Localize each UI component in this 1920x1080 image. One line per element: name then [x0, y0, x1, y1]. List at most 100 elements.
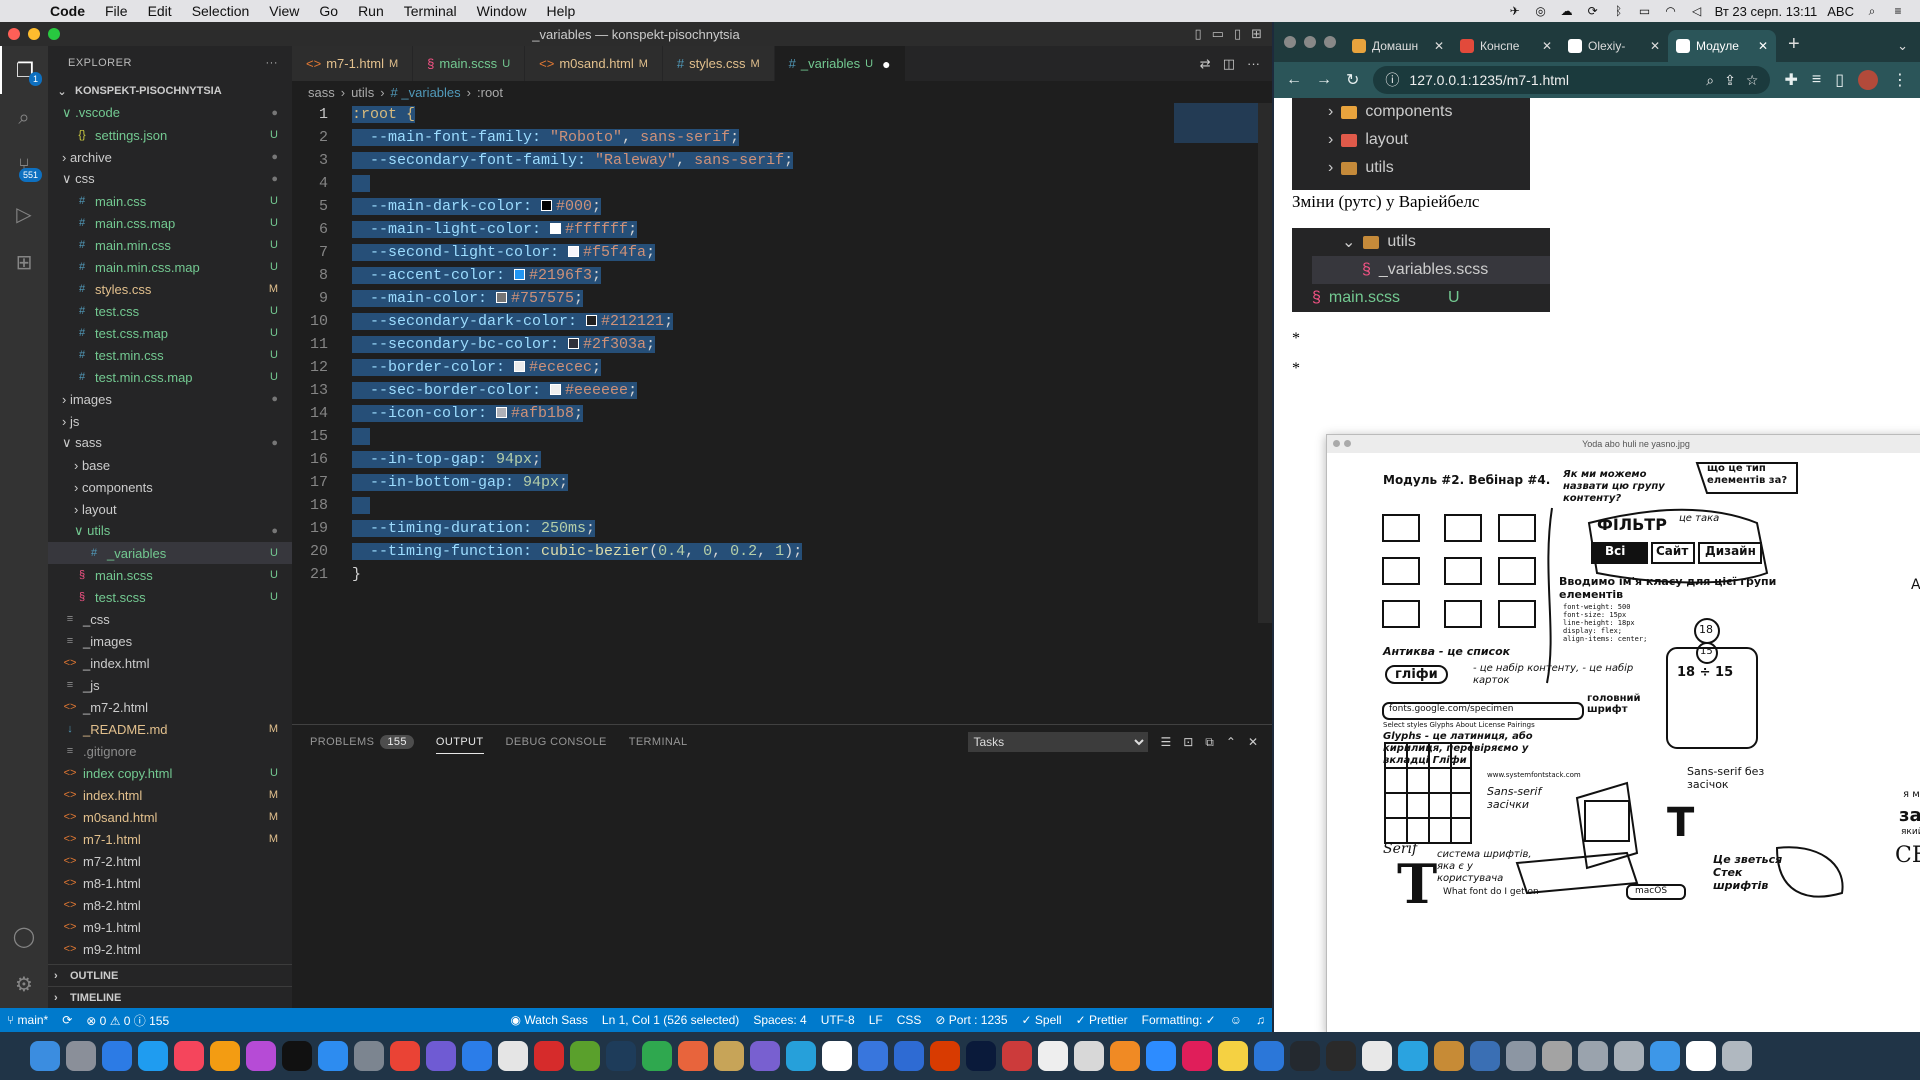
- prettier-status[interactable]: ✓ Prettier: [1069, 1013, 1135, 1027]
- dock-app-icon[interactable]: [282, 1041, 312, 1071]
- side-panel-icon[interactable]: ▯: [1835, 70, 1844, 90]
- close-window-button[interactable]: [1333, 440, 1340, 447]
- bluetooth-status-icon[interactable]: ᛒ: [1611, 4, 1627, 18]
- menu-help[interactable]: Help: [536, 3, 585, 19]
- dock-app-icon[interactable]: [1722, 1041, 1752, 1071]
- dock-app-icon[interactable]: [858, 1041, 888, 1071]
- file-tree-item[interactable]: ∨ sass ●: [48, 432, 292, 454]
- dock-app-icon[interactable]: [1686, 1041, 1716, 1071]
- file-tree-item[interactable]: ∨ css ●: [48, 168, 292, 190]
- search-icon[interactable]: ⌕: [0, 94, 48, 142]
- editor-scrollbar[interactable]: [1258, 103, 1272, 623]
- tab-output[interactable]: OUTPUT: [435, 736, 484, 754]
- color-swatch[interactable]: [568, 338, 580, 349]
- dock-app-icon[interactable]: [1074, 1041, 1104, 1071]
- dock-app-icon[interactable]: [66, 1041, 96, 1071]
- file-tree-item[interactable]: <> index.html M: [48, 784, 292, 806]
- dock-app-icon[interactable]: [102, 1041, 132, 1071]
- spell-check[interactable]: ✓ Spell: [1015, 1013, 1069, 1027]
- menu-kebab-icon[interactable]: ⋮: [1892, 70, 1908, 90]
- problems-indicator[interactable]: ⊗ 0 ⚠ 0 ⓘ 155: [79, 1012, 176, 1029]
- file-tree-item[interactable]: › js: [48, 410, 292, 432]
- file-tree-item[interactable]: <> m9-1.html: [48, 916, 292, 938]
- code-line[interactable]: 17 --in-bottom-gap: 94px;: [292, 471, 1258, 494]
- accounts-icon[interactable]: ◯: [0, 912, 48, 960]
- file-tree-item[interactable]: # main.min.css U: [48, 234, 292, 256]
- address-bar[interactable]: ⓘ 127.0.0.1:1235/m7-1.html ⌕ ⇪ ☆: [1373, 66, 1771, 94]
- dock-app-icon[interactable]: [1146, 1041, 1176, 1071]
- file-tree-item[interactable]: # main.css U: [48, 190, 292, 212]
- zoom-window-button[interactable]: [1344, 440, 1351, 447]
- dock-app-icon[interactable]: [462, 1041, 492, 1071]
- file-tree-item[interactable]: › images ●: [48, 388, 292, 410]
- dock-app-icon[interactable]: [1038, 1041, 1068, 1071]
- file-tree-item[interactable]: # test.css.map U: [48, 322, 292, 344]
- dock-app-icon[interactable]: [1578, 1041, 1608, 1071]
- encoding[interactable]: UTF-8: [814, 1013, 862, 1027]
- close-panel-icon[interactable]: ✕: [1248, 735, 1258, 749]
- file-tree-item[interactable]: {} settings.json U: [48, 124, 292, 146]
- color-swatch[interactable]: [496, 407, 508, 418]
- bookmark-star-icon[interactable]: ☆: [1746, 72, 1759, 89]
- dock-app-icon[interactable]: [1470, 1041, 1500, 1071]
- extensions-icon[interactable]: ⊞: [0, 238, 48, 286]
- close-window-button[interactable]: [8, 28, 20, 40]
- code-line[interactable]: 3 --secondary-font-family: "Raleway", sa…: [292, 149, 1258, 172]
- live-server-port[interactable]: ⊘ Port : 1235: [928, 1013, 1014, 1027]
- color-swatch[interactable]: [568, 246, 580, 257]
- editor-tab[interactable]: # styles.css M: [662, 46, 775, 81]
- dock-app-icon[interactable]: [750, 1041, 780, 1071]
- end-of-line[interactable]: LF: [862, 1013, 890, 1027]
- code-line[interactable]: 20 --timing-function: cubic-bezier(0.4, …: [292, 540, 1258, 563]
- more-actions-icon[interactable]: ···: [1247, 56, 1260, 71]
- source-control-icon[interactable]: ⑂ 551: [0, 142, 48, 190]
- file-tree-item[interactable]: ≡ .gitignore: [48, 740, 292, 762]
- breadcrumb-item[interactable]: :root: [477, 85, 503, 100]
- menu-app-name[interactable]: Code: [40, 3, 95, 19]
- extensions-puzzle-icon[interactable]: ✚: [1784, 70, 1797, 90]
- dock-app-icon[interactable]: [1290, 1041, 1320, 1071]
- file-tree-item[interactable]: ∨ .vscode ●: [48, 102, 292, 124]
- code-line[interactable]: 8 --accent-color: #2196f3;: [292, 264, 1258, 287]
- formatting-status[interactable]: Formatting: ✓: [1135, 1013, 1223, 1027]
- code-line[interactable]: 13 --sec-border-color: #eeeeee;: [292, 379, 1258, 402]
- dock-app-icon[interactable]: [930, 1041, 960, 1071]
- dock-app-icon[interactable]: [1218, 1041, 1248, 1071]
- tab-problems[interactable]: PROBLEMS 155: [310, 735, 414, 749]
- dock-app-icon[interactable]: [1362, 1041, 1392, 1071]
- open-changes-icon[interactable]: ⇄: [1200, 56, 1211, 72]
- color-swatch[interactable]: [514, 269, 526, 280]
- dock-app-icon[interactable]: [570, 1041, 600, 1071]
- input-source[interactable]: ABC: [1827, 4, 1854, 19]
- maximize-panel-icon[interactable]: ⌃: [1226, 735, 1236, 749]
- minimap[interactable]: [1174, 103, 1258, 143]
- creative-cloud-status-icon[interactable]: ☁: [1559, 4, 1575, 18]
- language-mode[interactable]: CSS: [890, 1013, 929, 1027]
- file-tree-item[interactable]: # main.css.map U: [48, 212, 292, 234]
- browser-tab[interactable]: Конспе ✕: [1452, 30, 1560, 62]
- profile-avatar[interactable]: [1858, 70, 1878, 90]
- reload-icon[interactable]: ↻: [1346, 70, 1359, 90]
- file-tree-item[interactable]: ≡ _js: [48, 674, 292, 696]
- file-tree-item[interactable]: # styles.css M: [48, 278, 292, 300]
- dock-app-icon[interactable]: [1254, 1041, 1284, 1071]
- browser-tab[interactable]: Olexiy- ✕: [1560, 30, 1668, 62]
- explorer-icon[interactable]: ❐ 1: [0, 46, 48, 94]
- close-tab-icon[interactable]: ✕: [1542, 39, 1552, 53]
- zoom-window-button[interactable]: [48, 28, 60, 40]
- dock-app-icon[interactable]: [1110, 1041, 1140, 1071]
- dock-app-icon[interactable]: [1506, 1041, 1536, 1071]
- editor-tab[interactable]: # _variables U ●: [774, 46, 906, 81]
- dock-app-icon[interactable]: [354, 1041, 384, 1071]
- code-line[interactable]: 21}: [292, 563, 1258, 586]
- code-line[interactable]: 18: [292, 494, 1258, 517]
- code-line[interactable]: 10 --secondary-dark-color: #212121;: [292, 310, 1258, 333]
- notifications-bell-icon[interactable]: ♫: [1249, 1013, 1272, 1027]
- image-preview-window[interactable]: Yoda abo huli ne yasno.jpg Модуль #2. Ве…: [1326, 434, 1920, 1032]
- indentation[interactable]: Spaces: 4: [746, 1013, 813, 1027]
- grammarly-status-icon[interactable]: ◎: [1533, 4, 1549, 18]
- file-tree-item[interactable]: <> m7-2.html: [48, 850, 292, 872]
- dock-app-icon[interactable]: [822, 1041, 852, 1071]
- file-tree-item[interactable]: <> m9-2.html: [48, 938, 292, 960]
- menu-view[interactable]: View: [259, 3, 309, 19]
